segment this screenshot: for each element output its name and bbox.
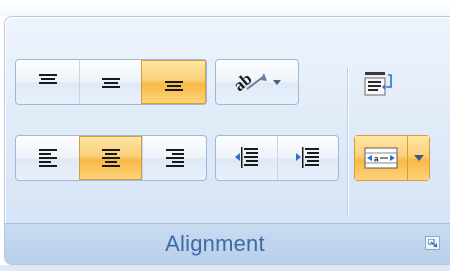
ribbon-bottom-edge — [0, 265, 450, 271]
align-left-icon — [38, 149, 57, 167]
horizontal-align-button-group — [15, 135, 207, 181]
decrease-indent-icon — [234, 147, 258, 168]
increase-indent-button[interactable] — [277, 136, 338, 180]
vertical-align-button-group — [15, 59, 207, 105]
dialog-launcher-button[interactable] — [425, 236, 440, 250]
svg-text:ab: ab — [230, 69, 256, 95]
merge-center-icon: a — [364, 147, 398, 169]
middle-align-button[interactable] — [79, 60, 141, 104]
dialog-launcher-icon — [428, 239, 438, 248]
group-separator — [347, 67, 348, 215]
alignment-group: ab a Alignment — [4, 16, 450, 265]
decrease-indent-button[interactable] — [216, 136, 277, 180]
svg-text:a: a — [374, 155, 379, 164]
top-align-button[interactable] — [16, 60, 79, 104]
merge-center-button[interactable]: a — [355, 136, 407, 180]
wrap-text-icon — [364, 72, 392, 96]
orientation-button[interactable]: ab — [216, 60, 298, 104]
chevron-down-icon — [273, 80, 281, 85]
align-left-button[interactable] — [16, 136, 79, 180]
merge-center-dropdown-button[interactable] — [407, 136, 429, 180]
align-center-icon — [101, 149, 120, 167]
group-footer: Alignment — [5, 223, 450, 264]
align-right-button[interactable] — [142, 136, 206, 180]
indent-button-group — [215, 135, 339, 181]
center-button[interactable] — [79, 136, 142, 180]
orientation-button-group: ab — [215, 59, 299, 105]
align-right-icon — [165, 149, 184, 167]
align-top-icon — [38, 74, 57, 84]
group-title: Alignment — [165, 231, 265, 256]
ribbon-top-edge — [0, 0, 450, 16]
increase-indent-icon — [296, 147, 319, 168]
text-orientation-icon: ab — [230, 69, 281, 95]
wrap-text-button[interactable] — [357, 61, 399, 107]
bottom-align-button[interactable] — [141, 60, 206, 104]
chevron-down-icon — [413, 155, 424, 161]
align-bottom-icon — [164, 81, 183, 91]
align-middle-icon — [101, 78, 120, 88]
merge-center-button-group: a — [354, 135, 430, 181]
